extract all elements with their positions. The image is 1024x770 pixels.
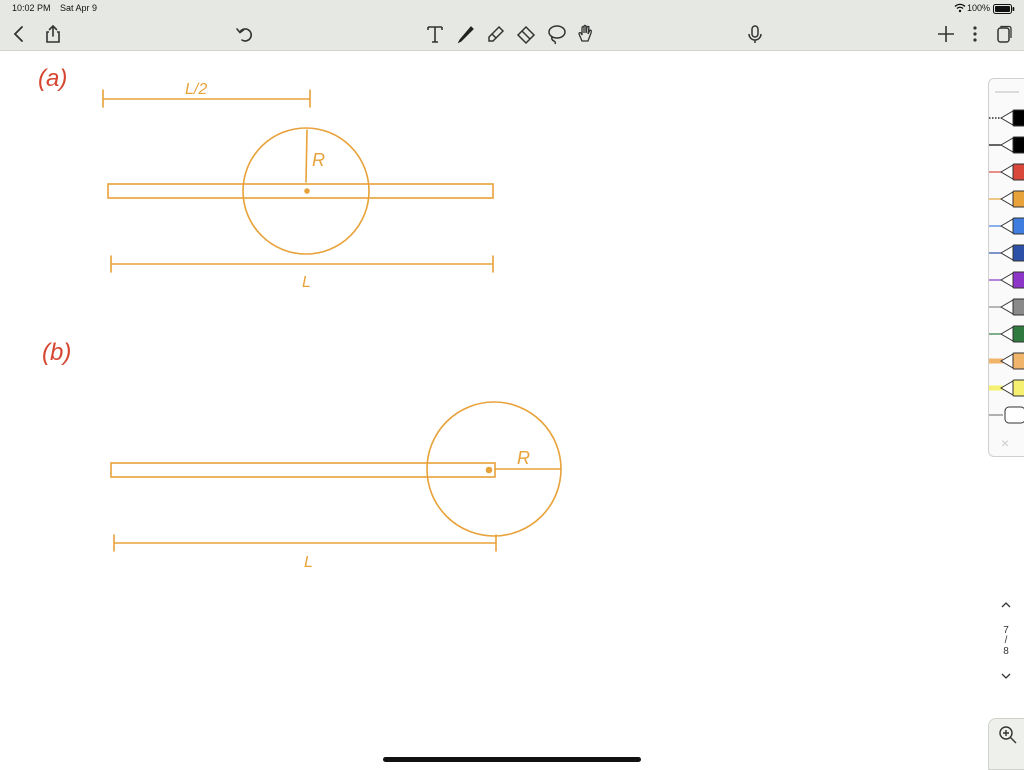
length-dimension-a [110, 255, 494, 273]
zoom-button[interactable] [988, 718, 1024, 770]
pen-icon [989, 163, 1024, 181]
eraser-tool-button[interactable] [512, 20, 540, 48]
center-dot-a [304, 188, 310, 194]
length-label-a: L [302, 274, 311, 291]
part-b-label: (b) [42, 339, 71, 366]
highlighter-icon [989, 379, 1024, 397]
highlighter-icon [989, 352, 1024, 370]
pen-purple-swatch[interactable] [989, 269, 1024, 291]
microphone-button[interactable] [741, 20, 769, 48]
pen-black-dotted-swatch[interactable] [989, 107, 1024, 129]
status-time: 10:02 PM [12, 3, 51, 13]
pen-tool-button[interactable] [452, 20, 480, 48]
close-icon[interactable]: × [1001, 435, 1009, 451]
highlighter-orange-swatch[interactable] [989, 350, 1024, 372]
add-icon [938, 26, 954, 42]
pen-orange-swatch[interactable] [989, 188, 1024, 210]
add-page-button[interactable] [932, 20, 960, 48]
zoom-in-icon [999, 726, 1017, 744]
share-button[interactable] [39, 20, 67, 48]
pen-icon [989, 271, 1024, 289]
page-indicator: 7 / 8 [996, 600, 1016, 684]
lasso-tool-button[interactable] [542, 20, 570, 48]
highlighter-yellow-swatch[interactable] [989, 377, 1024, 399]
pen-icon [989, 244, 1024, 262]
radius-label-a: R [312, 150, 325, 170]
wifi-icon [954, 3, 966, 15]
page-separator: / [1004, 635, 1008, 646]
home-indicator[interactable] [383, 757, 641, 762]
more-button[interactable] [961, 20, 989, 48]
text-tool-button[interactable] [421, 20, 449, 48]
eraser-swatch[interactable] [989, 404, 1024, 426]
total-pages: 8 [1003, 646, 1009, 657]
microphone-icon [748, 25, 762, 43]
pen-icon [989, 325, 1024, 343]
eraser-icon [989, 406, 1024, 424]
center-dot-b [485, 466, 493, 474]
pages-button[interactable] [989, 20, 1017, 48]
length-label-b: L [304, 554, 313, 571]
page-down-button[interactable] [996, 671, 1016, 684]
hand-tool-button[interactable] [572, 20, 600, 48]
battery-icon [993, 4, 1015, 16]
highlighter-tool-icon [488, 25, 505, 42]
eraser-tool-icon [516, 25, 536, 45]
more-icon [973, 26, 977, 42]
chevron-up-icon [1001, 602, 1011, 608]
palette-handle[interactable] [995, 91, 1019, 93]
battery-percent: 100% [967, 3, 991, 13]
rod-a [107, 183, 494, 199]
status-date: Sat Apr 9 [60, 3, 98, 13]
note-canvas[interactable]: (a) L/2 R L (b) R L [0, 51, 1024, 768]
pen-icon [989, 136, 1024, 154]
highlighter-tool-button[interactable] [482, 20, 510, 48]
pages-icon [997, 25, 1012, 43]
length-dimension-b [113, 534, 497, 552]
undo-icon [236, 28, 253, 42]
hand-tool-icon [578, 24, 592, 42]
pen-dark-blue-swatch[interactable] [989, 242, 1024, 264]
pen-gray-swatch[interactable] [989, 296, 1024, 318]
pen-palette: × [988, 78, 1024, 457]
pen-icon [989, 217, 1024, 235]
text-tool-icon [427, 26, 443, 43]
chevron-down-icon [1001, 673, 1011, 679]
back-icon [13, 26, 23, 42]
radius-line-a [305, 129, 308, 183]
pen-black-swatch[interactable] [989, 134, 1024, 156]
undo-button[interactable] [230, 20, 258, 48]
pen-green-swatch[interactable] [989, 323, 1024, 345]
pen-blue-swatch[interactable] [989, 215, 1024, 237]
rod-b [110, 462, 496, 478]
radius-label-b: R [517, 448, 530, 468]
half-length-label: L/2 [185, 81, 207, 98]
page-up-button[interactable] [996, 600, 1016, 613]
pen-tool-icon [457, 26, 474, 44]
top-toolbar: 10:02 PM Sat Apr 9 100% [0, 0, 1024, 51]
pen-icon [989, 109, 1024, 127]
pen-icon [989, 298, 1024, 316]
back-button[interactable] [5, 20, 33, 48]
part-a-label: (a) [38, 65, 67, 92]
lasso-tool-icon [548, 25, 566, 45]
share-icon [46, 24, 60, 43]
pen-red-swatch[interactable] [989, 161, 1024, 183]
pen-icon [989, 190, 1024, 208]
